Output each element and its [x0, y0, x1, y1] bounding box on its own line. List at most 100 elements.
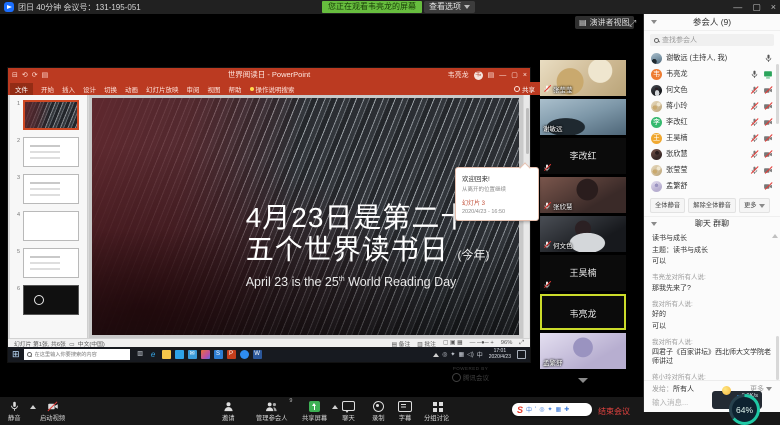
start-video-button[interactable]: 启动视频: [40, 400, 65, 422]
ime-punct-icon[interactable]: ': [535, 407, 536, 413]
participant-row[interactable]: 谢敏远 (主持人, 我): [644, 50, 780, 66]
tellme-search[interactable]: 操作说明搜索: [250, 84, 295, 94]
tray-icon-2[interactable]: ✦: [450, 351, 455, 358]
store-icon[interactable]: [175, 350, 184, 359]
slide-thumb-1[interactable]: 1: [14, 100, 87, 130]
video-tile[interactable]: 张莹莹: [540, 60, 626, 96]
camera-off-icon[interactable]: [763, 102, 773, 111]
tab-insert[interactable]: 插入: [62, 84, 75, 94]
camera-off-icon[interactable]: [763, 118, 773, 127]
start-button-icon[interactable]: ⊞: [12, 349, 20, 360]
slide-thumb-6[interactable]: 6: [14, 285, 87, 315]
slide-thumb-5[interactable]: 5: [14, 248, 87, 278]
powerpoint-icon[interactable]: P: [227, 350, 236, 359]
speaker-view-button[interactable]: ▤ 演讲者视图: [575, 16, 634, 29]
edge-icon[interactable]: e: [149, 350, 158, 359]
mail-icon[interactable]: ✉: [188, 350, 197, 359]
view-switcher-icons[interactable]: ▢ ▣ ▦: [443, 340, 463, 346]
participant-row[interactable]: 张欣慧: [644, 146, 780, 162]
participant-row[interactable]: 张莹莹: [644, 162, 780, 178]
participant-row[interactable]: 孟繁舒: [644, 178, 780, 194]
slide-thumb-selected[interactable]: [23, 100, 79, 130]
video-tile[interactable]: 王昊楠: [540, 255, 626, 291]
close-button[interactable]: ×: [771, 0, 776, 14]
manage-participants-button[interactable]: 9 管理参会人: [256, 400, 287, 422]
ppt-close-button[interactable]: ×: [523, 72, 527, 79]
collapse-icon[interactable]: [651, 20, 657, 24]
taskbar-search[interactable]: 在这里输入你要搜索的内容: [24, 349, 130, 360]
mic-muted-icon[interactable]: [750, 118, 759, 127]
scroll-tiles-down-button[interactable]: [540, 370, 626, 388]
ime-toolbox-icon[interactable]: ✚: [564, 406, 569, 413]
meeting-app-icon[interactable]: [240, 350, 249, 359]
performance-float-ball[interactable]: 64%: [729, 394, 760, 425]
tray-icon-1[interactable]: ◎: [442, 351, 447, 358]
collapse-icon[interactable]: [651, 222, 657, 226]
participants-scrollbar[interactable]: [776, 64, 779, 124]
sogou-logo-icon[interactable]: S: [517, 405, 523, 415]
tab-file[interactable]: 文件: [10, 83, 33, 95]
slide-thumb-4[interactable]: 4: [14, 211, 87, 241]
zoom-level[interactable]: 96%: [501, 340, 513, 346]
s-app-icon[interactable]: S: [214, 350, 223, 359]
tab-view[interactable]: 视图: [208, 84, 221, 94]
ime-language-icon[interactable]: 中: [526, 405, 532, 414]
view-options-button[interactable]: 查看选项: [424, 1, 475, 13]
tray-expand-icon[interactable]: [433, 353, 439, 357]
share-screen-button[interactable]: 共享屏幕: [302, 400, 327, 422]
send-to-value[interactable]: 所有人: [673, 384, 694, 394]
more-button[interactable]: 更多: [739, 198, 770, 213]
tab-transitions[interactable]: 切换: [104, 84, 117, 94]
ribbon-display-options-icon[interactable]: ▤: [488, 71, 495, 79]
camera-off-icon[interactable]: [763, 166, 773, 175]
tab-review[interactable]: 审阅: [187, 84, 200, 94]
mute-button[interactable]: 静音: [8, 400, 21, 422]
participant-row[interactable]: 蒋小玲: [644, 98, 780, 114]
camera-off-icon[interactable]: [763, 150, 773, 159]
popup-slide-ref[interactable]: 幻灯片 3: [462, 198, 532, 207]
share-options-chevron[interactable]: [332, 405, 338, 409]
mic-muted-icon[interactable]: [750, 86, 759, 95]
share-button[interactable]: 共享: [514, 84, 535, 94]
ime-emoji-icon[interactable]: ◎: [539, 406, 544, 413]
unmute-all-button[interactable]: 解除全体静音: [688, 198, 736, 213]
ppt-user-avatar[interactable]: 韦: [474, 71, 483, 80]
mic-muted-icon[interactable]: [750, 102, 759, 111]
camera-off-icon[interactable]: [763, 134, 773, 143]
breakout-rooms-button[interactable]: 分组讨论: [424, 400, 449, 422]
minimize-button[interactable]: —: [733, 0, 742, 14]
end-meeting-button[interactable]: 结束会议: [598, 406, 630, 417]
tab-slideshow[interactable]: 幻灯片放映: [146, 84, 179, 94]
ime-skin-icon[interactable]: ✦: [547, 406, 552, 413]
chat-messages[interactable]: 读书与成长 主题：读书与成长 可以 韦亮龙对所有人说: 那我先来了? 我对所有人…: [644, 231, 780, 381]
participant-row[interactable]: 李 李改红: [644, 114, 780, 130]
video-tile[interactable]: 何文色: [540, 216, 626, 252]
slide-thumb-3[interactable]: 3: [14, 174, 87, 204]
maximize-button[interactable]: ▢: [752, 0, 761, 14]
video-tile[interactable]: 张欣慧: [540, 177, 626, 213]
ime-indicator[interactable]: 中: [477, 350, 483, 359]
video-tile[interactable]: 孟繁舒: [540, 333, 626, 369]
record-button[interactable]: 录制: [372, 400, 385, 422]
participant-row[interactable]: 何文色: [644, 82, 780, 98]
tab-home[interactable]: 开始: [41, 84, 54, 94]
canvas-scrollbar-thumb[interactable]: [526, 108, 529, 154]
ime-toolbar[interactable]: S 中 ' ◎ ✦ ▦ ✚: [512, 403, 592, 416]
ime-keyboard-icon[interactable]: ▦: [555, 406, 561, 413]
mic-muted-icon[interactable]: [750, 134, 759, 143]
word-icon[interactable]: W: [253, 350, 262, 359]
captions-button[interactable]: 字幕: [398, 400, 412, 422]
video-tile[interactable]: 李改红: [540, 138, 626, 174]
camera-off-icon[interactable]: [763, 86, 773, 95]
mic-muted-icon[interactable]: [750, 150, 759, 159]
ppt-restore-button[interactable]: ▢: [511, 71, 518, 79]
volume-icon[interactable]: ◁): [467, 351, 474, 358]
zoom-slider[interactable]: — ─●─ +: [470, 340, 494, 346]
tab-help[interactable]: 帮助: [229, 84, 242, 94]
tab-design[interactable]: 设计: [83, 84, 96, 94]
participant-row[interactable]: 韦 韦亮龙: [644, 66, 780, 82]
mute-all-button[interactable]: 全体静音: [650, 198, 685, 213]
invite-button[interactable]: 邀请: [222, 400, 235, 422]
resume-reading-popup[interactable]: 欢迎回来! 从离开的位置继续 幻灯片 3 2020/4/23 - 16:50: [455, 167, 539, 221]
file-explorer-icon[interactable]: [162, 350, 171, 359]
